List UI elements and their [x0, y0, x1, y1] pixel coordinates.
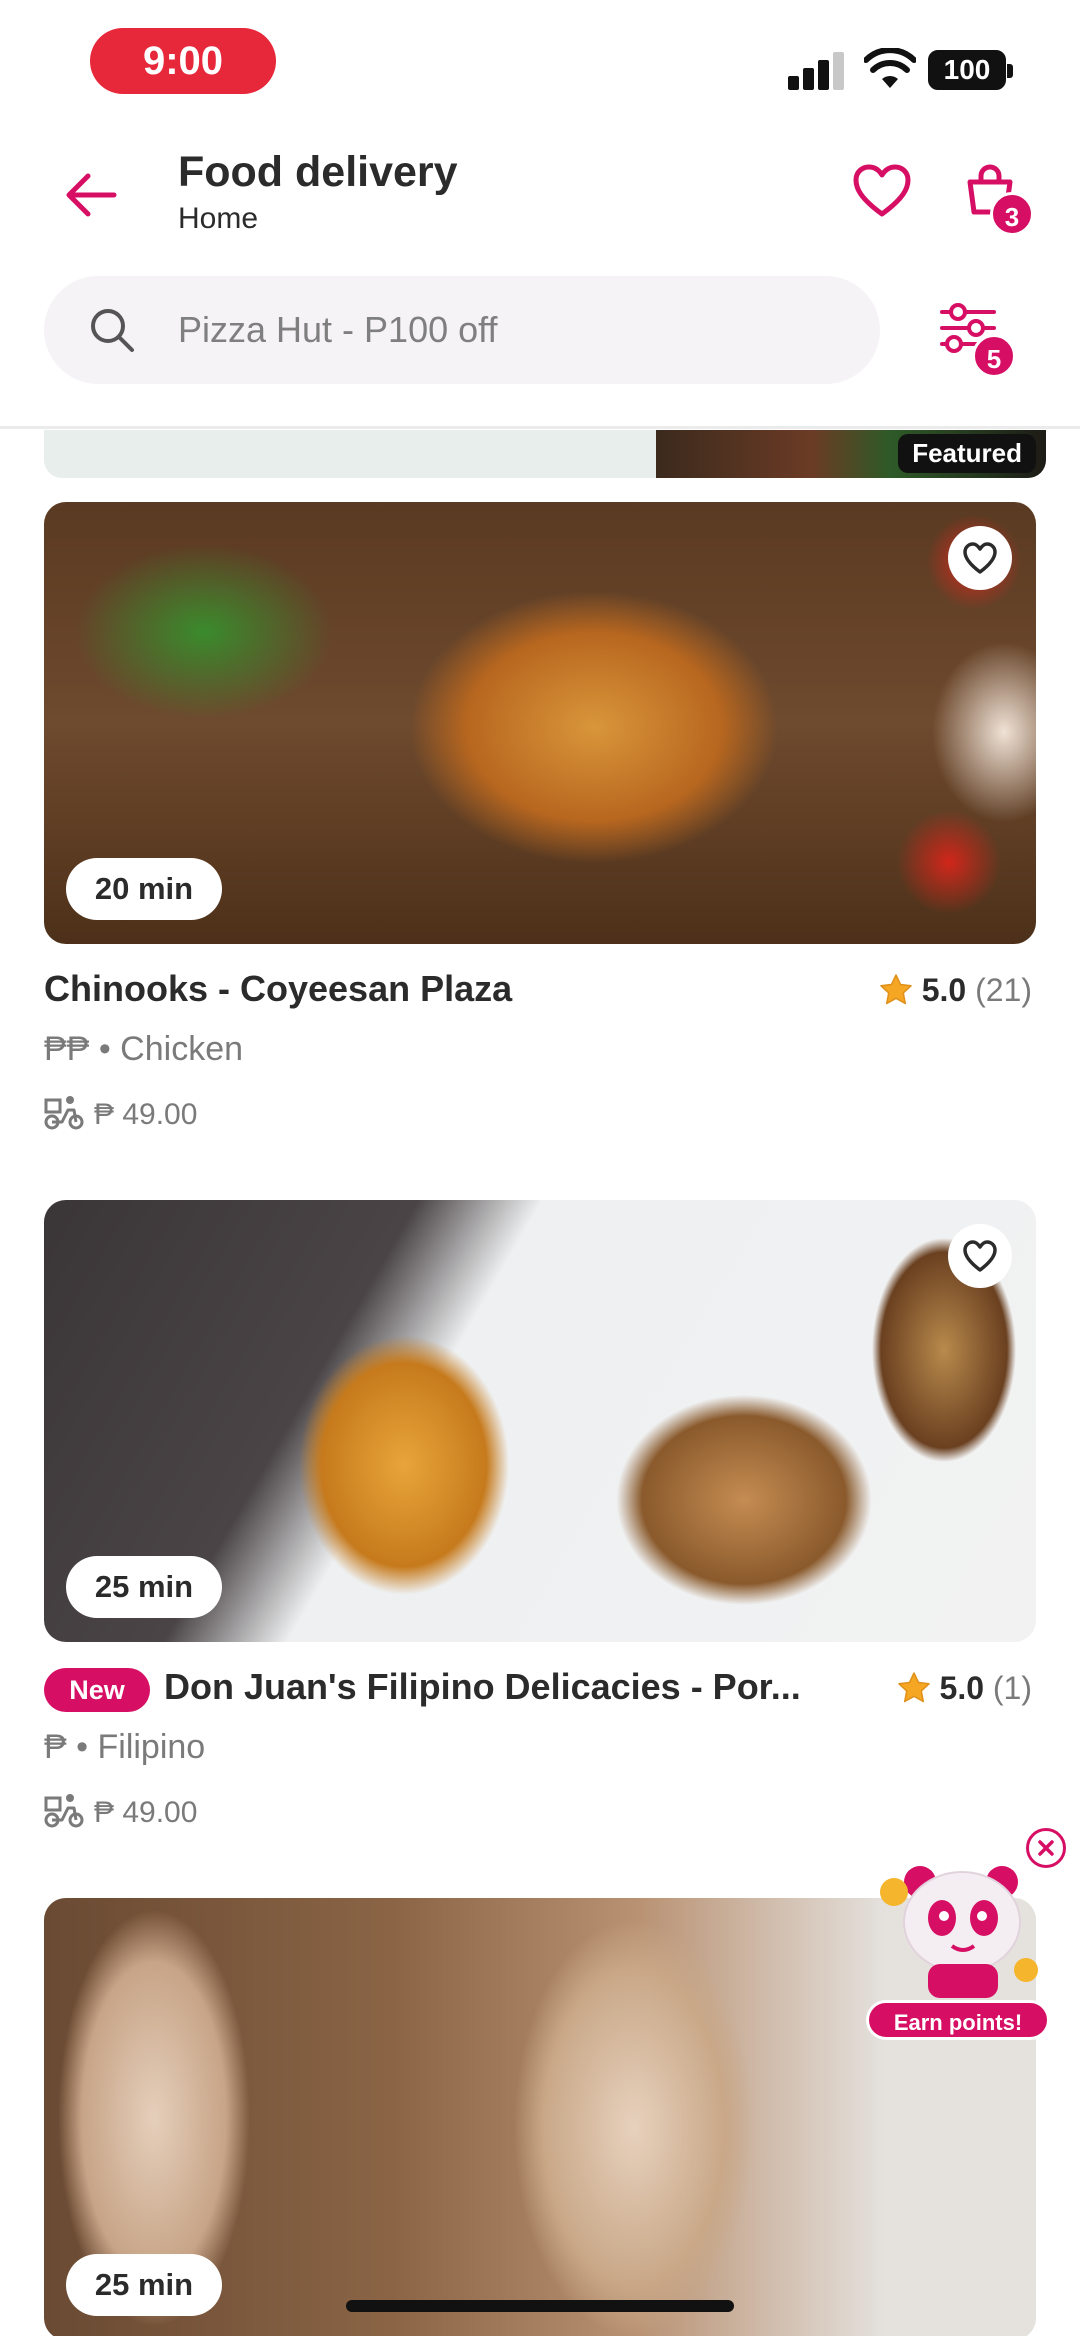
delivery-scooter-icon	[44, 1794, 84, 1828]
featured-card[interactable]: Featured	[44, 430, 1046, 478]
meta-separator: •	[98, 1030, 121, 1068]
wifi-icon	[864, 48, 916, 88]
search-icon	[91, 309, 134, 352]
header-divider	[0, 426, 1080, 429]
heart-icon	[963, 542, 997, 574]
delivery-time-chip: 25 min	[66, 2254, 222, 2316]
star-icon	[897, 1672, 930, 1703]
search-input[interactable]	[176, 276, 836, 384]
meta-separator: •	[76, 1728, 98, 1766]
close-earn-points-button[interactable]	[1026, 1828, 1066, 1868]
back-arrow-icon[interactable]	[56, 160, 126, 230]
price-level: ₱₱	[44, 1030, 90, 1068]
favorite-button[interactable]	[948, 1224, 1012, 1288]
delivery-fee-row: ₱ 49.00	[44, 1094, 197, 1132]
panda-mascot-icon	[880, 1866, 1038, 1998]
delivery-fee: ₱ 49.00	[94, 1796, 198, 1829]
delivery-scooter-icon	[44, 1096, 84, 1130]
delivery-fee-row: ₱ 49.00	[44, 1792, 197, 1830]
restaurant-name: Don Juan's Filipino Delicacies - Por...	[164, 1666, 801, 1707]
filter-count-badge: 5	[972, 334, 1016, 378]
delivery-time-chip: 25 min	[66, 1556, 222, 1618]
featured-tag: Featured	[898, 434, 1036, 473]
home-indicator	[346, 2300, 734, 2312]
restaurant-name: Chinooks - Coyeesan Plaza	[44, 968, 513, 1009]
earn-points-widget[interactable]: Earn points!	[850, 1818, 1070, 2040]
rating-value: 5.0	[939, 1670, 984, 1706]
restaurant-card[interactable]: 20 min Chinooks - Coyeesan Plaza 5.0 (21…	[44, 502, 1036, 1142]
cuisine: Chicken	[120, 1030, 244, 1068]
app-header: Food delivery Home 3	[0, 120, 1080, 250]
address-label[interactable]: Home	[178, 202, 258, 236]
rating: 5.0 (21)	[879, 972, 1032, 1009]
search-bar[interactable]	[44, 276, 880, 384]
rating: 5.0 (1)	[897, 1670, 1032, 1707]
restaurant-meta: ₱₱ • Chicken	[44, 1030, 243, 1069]
review-count: (21)	[975, 972, 1032, 1008]
price-level: ₱	[44, 1728, 67, 1766]
search-row: 5	[0, 270, 1080, 390]
delivery-time-chip: 20 min	[66, 858, 222, 920]
signal-icon	[788, 50, 848, 90]
status-time: 9:00	[90, 28, 276, 94]
filter-button[interactable]: 5	[938, 300, 1016, 378]
new-badge: New	[44, 1668, 150, 1712]
restaurant-image[interactable]: 20 min	[44, 502, 1036, 944]
page-title: Food delivery	[178, 148, 458, 196]
review-count: (1)	[992, 1670, 1032, 1706]
rating-value: 5.0	[921, 972, 967, 1008]
delivery-fee: ₱ 49.00	[94, 1098, 198, 1131]
favorites-heart-icon[interactable]	[850, 160, 914, 224]
cart-count-badge: 3	[990, 192, 1034, 236]
restaurant-image[interactable]: 25 min	[44, 1200, 1036, 1642]
star-icon	[880, 974, 912, 1005]
restaurant-meta: ₱ • Filipino	[44, 1728, 205, 1767]
favorite-button[interactable]	[948, 526, 1012, 590]
close-icon	[1038, 1840, 1054, 1856]
cart-button[interactable]: 3	[962, 162, 1042, 242]
cuisine: Filipino	[97, 1728, 206, 1766]
restaurant-card[interactable]: 25 min New Don Juan's Filipino Delicacie…	[44, 1200, 1036, 1840]
heart-icon	[963, 1240, 997, 1272]
earn-points-label: Earn points!	[866, 2000, 1050, 2040]
battery-indicator: 100	[928, 50, 1013, 90]
status-bar: 9:00 100	[0, 0, 1080, 120]
